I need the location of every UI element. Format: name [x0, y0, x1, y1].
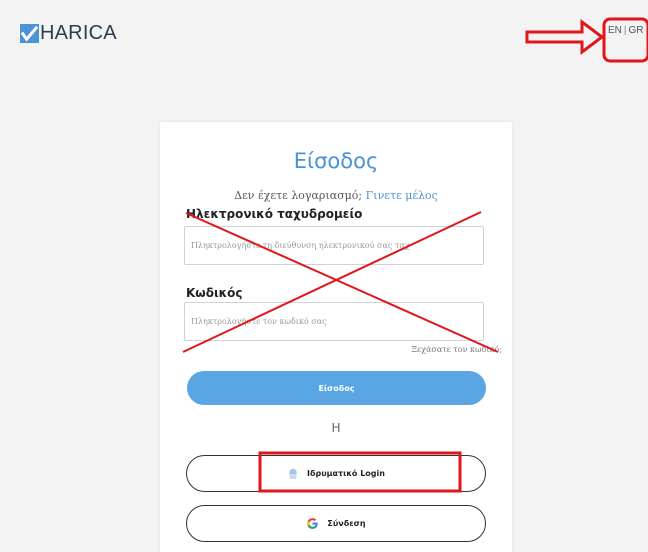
institutional-login-button[interactable]: Ιδρυματικό Login — [186, 455, 486, 492]
email-field[interactable] — [185, 227, 483, 264]
institution-icon — [287, 468, 299, 480]
language-switcher: EN | GR — [608, 25, 644, 36]
lang-gr-link[interactable]: GR — [629, 25, 644, 36]
google-login-button[interactable]: Σύνδεση — [186, 505, 486, 542]
login-submit-button[interactable]: Είσοδος — [187, 371, 486, 405]
signup-prompt: Δεν έχετε λογαριασμό; Γινετε μέλος — [160, 189, 512, 202]
login-card: Είσοδος Δεν έχετε λογαριασμό; Γινετε μέλ… — [160, 122, 512, 552]
lang-separator: | — [623, 25, 627, 36]
google-icon — [306, 517, 319, 530]
login-title: Είσοδος — [293, 149, 379, 173]
forgot-password-link[interactable]: Ξεχάσατε τον κωδικό; — [411, 345, 502, 354]
email-field-wrapper — [184, 226, 484, 265]
harica-logo-icon — [20, 24, 39, 43]
password-field-wrapper — [184, 302, 484, 341]
harica-logo[interactable]: HARICA — [20, 22, 117, 44]
red-arrow-annotation — [525, 19, 605, 55]
no-account-text: Δεν έχετε λογαριασμό; — [234, 189, 363, 202]
or-divider: Η — [331, 421, 341, 435]
password-field[interactable] — [185, 303, 483, 340]
lang-en-link[interactable]: EN — [608, 25, 622, 36]
brand-name: HARICA — [40, 22, 117, 44]
password-label: Κωδικός — [186, 286, 243, 300]
google-login-label: Σύνδεση — [327, 519, 366, 528]
signup-link[interactable]: Γινετε μέλος — [366, 189, 438, 202]
email-label: Ηλεκτρονικό ταχυδρομείο — [186, 207, 363, 221]
institutional-login-label: Ιδρυματικό Login — [307, 469, 385, 478]
